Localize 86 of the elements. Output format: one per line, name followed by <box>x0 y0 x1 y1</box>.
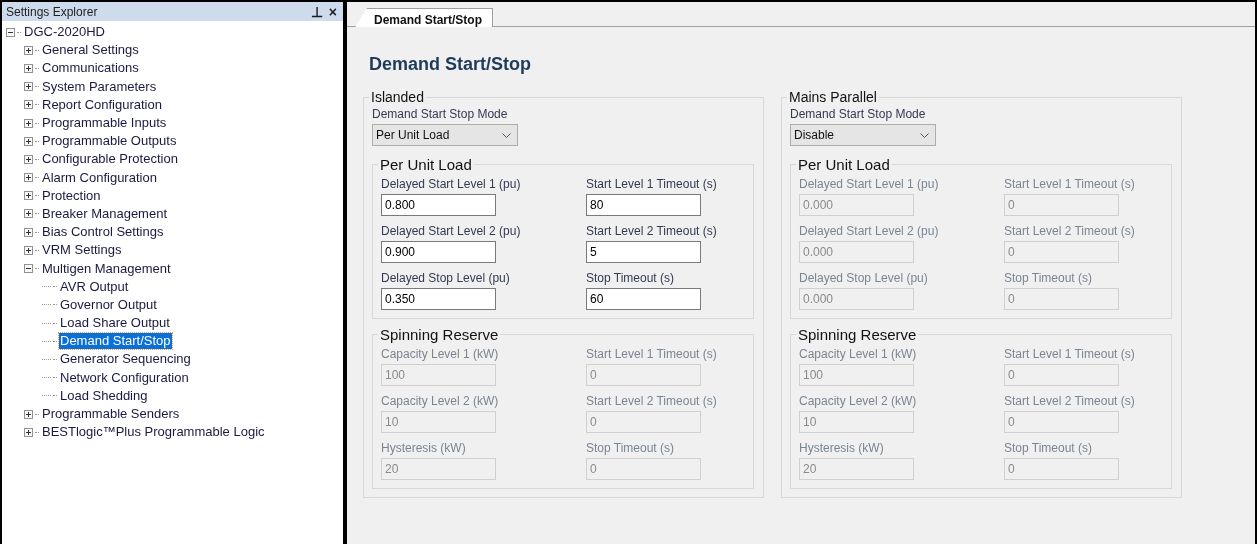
field-label: Stop Timeout (s) <box>586 441 676 455</box>
expand-icon[interactable] <box>24 118 33 128</box>
field-label: Capacity Level 1 (kW) <box>381 347 500 361</box>
expand-icon[interactable] <box>24 245 33 255</box>
tree-item[interactable]: Demand Start/Stop <box>59 333 172 350</box>
expand-icon[interactable] <box>24 227 33 237</box>
expand-icon[interactable] <box>24 100 33 110</box>
field-label: Delayed Start Level 1 (pu) <box>799 177 940 191</box>
input-field[interactable]: 5 <box>586 241 701 263</box>
field-label: Delayed Stop Level (pu) <box>799 271 929 285</box>
field-label: Start Level 2 Timeout (s) <box>1004 224 1136 238</box>
tree-item[interactable]: Alarm Configuration <box>41 169 158 186</box>
tree-item[interactable]: Load Shedding <box>59 387 149 404</box>
field-label: Delayed Start Level 2 (pu) <box>799 224 940 238</box>
field-label: Stop Timeout (s) <box>1004 441 1094 455</box>
expand-icon[interactable] <box>24 136 33 146</box>
field-label: Start Level 1 Timeout (s) <box>1004 177 1136 191</box>
expand-icon[interactable] <box>24 191 33 201</box>
field-label: Start Level 1 Timeout (s) <box>1004 347 1136 361</box>
page-heading: Demand Start/Stop <box>368 53 533 75</box>
group-title: Per Unit Load <box>379 156 473 173</box>
field-label: Demand Start Stop Mode <box>790 107 927 121</box>
tree-item[interactable]: Breaker Management <box>41 205 168 222</box>
tree-item[interactable]: Governor Output <box>59 296 158 313</box>
tree-item[interactable]: DGC-2020HD <box>23 24 106 41</box>
mode-dropdown[interactable]: Disable <box>790 124 936 146</box>
expand-icon[interactable] <box>24 154 33 164</box>
expand-icon[interactable] <box>24 82 33 92</box>
group-title: Spinning Reserve <box>797 326 918 343</box>
field-label: Start Level 1 Timeout (s) <box>586 347 718 361</box>
section-title: Mains Parallel <box>788 89 878 105</box>
field-label: Start Level 2 Timeout (s) <box>586 394 718 408</box>
input-field[interactable]: 60 <box>586 288 701 310</box>
expand-icon[interactable] <box>24 409 33 419</box>
expand-icon[interactable] <box>24 63 33 73</box>
tree-item[interactable]: General Settings <box>41 42 140 59</box>
tab[interactable]: Demand Start/Stop <box>355 8 493 27</box>
field-label: Start Level 2 Timeout (s) <box>586 224 718 238</box>
field-label: Delayed Start Level 2 (pu) <box>381 224 522 238</box>
field-label: Stop Timeout (s) <box>586 271 676 285</box>
group-title: Spinning Reserve <box>379 326 500 343</box>
tree-item[interactable]: Bias Control Settings <box>41 224 165 241</box>
mode-dropdown[interactable]: Per Unit Load <box>372 124 518 146</box>
tree-item[interactable]: Communications <box>41 60 140 77</box>
field-label: Capacity Level 1 (kW) <box>799 347 918 361</box>
tree-item[interactable]: BESTlogic™Plus Programmable Logic <box>41 424 266 441</box>
field-label: Hysteresis (kW) <box>381 441 467 455</box>
field-label: Start Level 1 Timeout (s) <box>586 177 718 191</box>
input-field[interactable]: 0.350 <box>381 288 496 310</box>
tree-item[interactable]: Protection <box>41 187 102 204</box>
field-label: Stop Timeout (s) <box>1004 271 1094 285</box>
input-field[interactable]: 80 <box>586 194 701 216</box>
panel-title: Settings Explorer <box>6 4 99 19</box>
tree-item[interactable]: VRM Settings <box>41 242 123 259</box>
tree-item[interactable]: Configurable Protection <box>41 151 179 168</box>
tree-item[interactable]: System Parameters <box>41 78 158 95</box>
tree-item[interactable]: Programmable Senders <box>41 406 181 423</box>
chevron-down-icon <box>920 132 929 138</box>
tree-item[interactable]: Multigen Management <box>41 260 172 277</box>
close-button[interactable]: × <box>328 4 337 19</box>
input-field[interactable]: 0.900 <box>381 241 496 263</box>
tree-item[interactable]: Programmable Outputs <box>41 133 178 150</box>
field-label: Capacity Level 2 (kW) <box>381 394 500 408</box>
collapse-icon[interactable] <box>24 264 33 274</box>
collapse-icon[interactable] <box>6 27 15 37</box>
section-title: Islanded <box>370 89 425 105</box>
field-label: Hysteresis (kW) <box>799 441 885 455</box>
tree-item[interactable]: Programmable Inputs <box>41 115 168 132</box>
tree-item[interactable]: Generator Sequencing <box>59 351 192 368</box>
field-label: Delayed Start Level 1 (pu) <box>381 177 522 191</box>
field-label: Start Level 2 Timeout (s) <box>1004 394 1136 408</box>
tree-item[interactable]: Network Configuration <box>59 369 190 386</box>
pin-button[interactable]: ⊥ <box>310 4 323 19</box>
field-label: Capacity Level 2 (kW) <box>799 394 918 408</box>
field-label: Delayed Stop Level (pu) <box>381 271 511 285</box>
tree-item[interactable]: Load Share Output <box>59 315 171 332</box>
field-label: Demand Start Stop Mode <box>372 107 509 121</box>
tree-item[interactable]: Report Configuration <box>41 96 163 113</box>
chevron-down-icon <box>502 132 511 138</box>
tree-item[interactable]: AVR Output <box>59 278 130 295</box>
expand-icon[interactable] <box>24 173 33 183</box>
group-title: Per Unit Load <box>797 156 891 173</box>
expand-icon[interactable] <box>24 427 33 437</box>
expand-icon[interactable] <box>24 45 33 55</box>
input-field[interactable]: 0.800 <box>381 194 496 216</box>
expand-icon[interactable] <box>24 209 33 219</box>
